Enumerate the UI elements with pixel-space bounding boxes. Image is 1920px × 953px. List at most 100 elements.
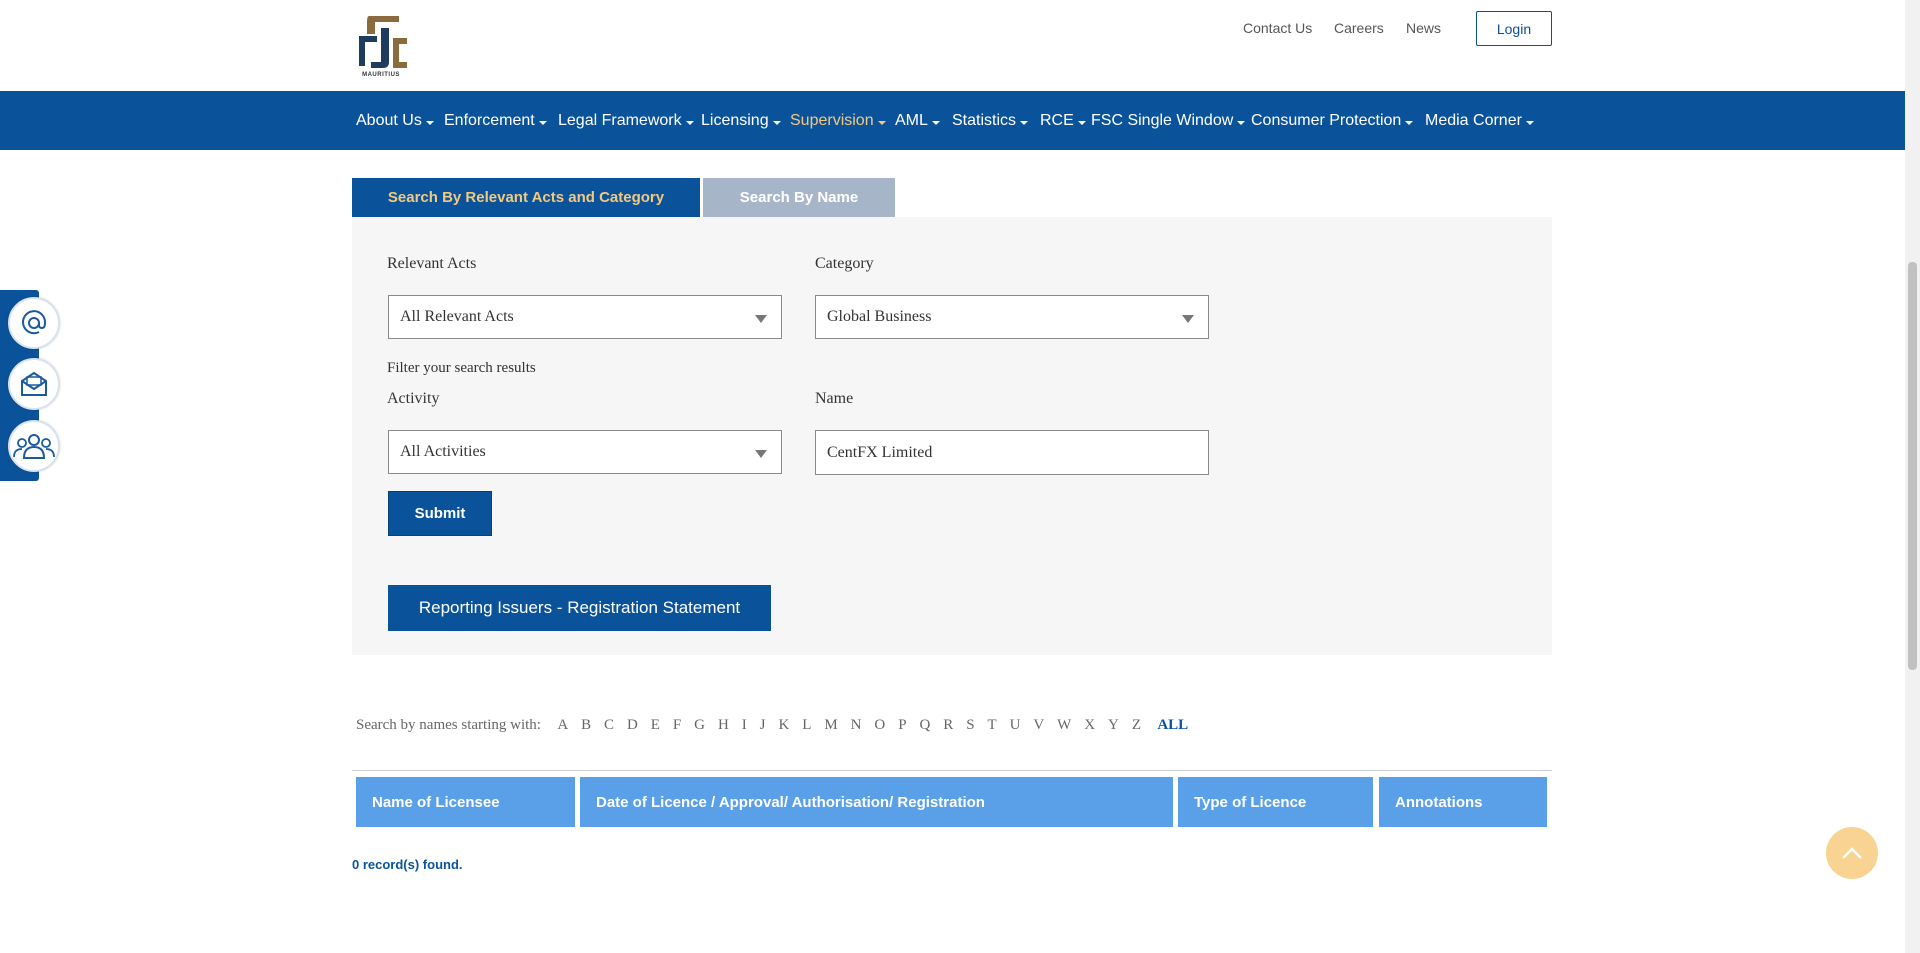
top-header: MAURITIUS Contact Us Careers News Login (0, 0, 1920, 91)
nav-label: About Us (356, 112, 422, 129)
chevron-up-icon (1842, 847, 1862, 859)
alpha-all-link[interactable]: ALL (1157, 717, 1188, 734)
alpha-letter[interactable]: P (898, 717, 906, 734)
dropdown-arrow-icon (1182, 315, 1194, 323)
envelope-icon[interactable] (8, 358, 60, 410)
nav-item-consumer-protection[interactable]: Consumer Protection (1251, 112, 1414, 130)
alpha-letter[interactable]: E (651, 717, 660, 734)
nav-label: Consumer Protection (1251, 112, 1402, 129)
reporting-issuers-button[interactable]: Reporting Issuers - Registration Stateme… (388, 585, 771, 631)
category-select[interactable]: Global Business (815, 295, 1209, 339)
nav-label: Licensing (701, 112, 769, 129)
category-label: Category (815, 255, 874, 272)
activity-value: All Activities (400, 443, 486, 460)
tab-search-by-name[interactable]: Search By Name (703, 178, 895, 217)
nav-item-fsc-single-window[interactable]: FSC Single Window (1091, 112, 1246, 130)
at-icon[interactable] (8, 297, 60, 349)
main-navigation: About Us Enforcement Legal Framework Lic… (0, 91, 1905, 150)
relevant-acts-label: Relevant Acts (387, 255, 477, 272)
scrollbar-thumb[interactable] (1908, 262, 1917, 670)
login-button[interactable]: Login (1476, 11, 1552, 46)
caret-down-icon (1237, 120, 1246, 125)
alpha-letter[interactable]: H (718, 717, 729, 734)
alphabet-label: Search by names starting with: (356, 717, 541, 733)
nav-item-statistics[interactable]: Statistics (952, 112, 1029, 130)
category-value: Global Business (827, 308, 932, 325)
alpha-letter[interactable]: L (802, 717, 811, 734)
nav-item-about-us[interactable]: About Us (356, 112, 434, 130)
table-header-type: Type of Licence (1178, 777, 1373, 827)
table-header-date: Date of Licence / Approval/ Authorisatio… (580, 777, 1173, 827)
dropdown-arrow-icon (755, 315, 767, 323)
alpha-letter[interactable]: M (824, 717, 837, 734)
nav-label: RCE (1040, 112, 1074, 129)
alpha-letter[interactable]: R (943, 717, 953, 734)
nav-label: FSC Single Window (1091, 112, 1234, 129)
name-label: Name (815, 390, 854, 407)
back-to-top-button[interactable] (1826, 827, 1878, 879)
alpha-letter[interactable]: X (1084, 717, 1095, 734)
table-header-name: Name of Licensee (356, 777, 575, 827)
alpha-letter[interactable]: O (874, 717, 885, 734)
alpha-letter[interactable]: I (742, 717, 747, 734)
nav-item-rce[interactable]: RCE (1040, 112, 1086, 130)
name-input[interactable]: CentFX Limited (815, 430, 1209, 475)
alpha-letter[interactable]: T (987, 717, 996, 734)
caret-down-icon (1020, 120, 1029, 125)
alpha-letter[interactable]: U (1010, 717, 1021, 734)
caret-down-icon (1405, 120, 1414, 125)
alphabet-filter: Search by names starting with: A B C D E… (356, 717, 1188, 734)
filter-text: Filter your search results (387, 360, 536, 376)
alpha-letter[interactable]: K (778, 717, 789, 734)
alpha-letter[interactable]: Y (1108, 717, 1119, 734)
alpha-letter[interactable]: Z (1132, 717, 1141, 734)
table-header-annotations: Annotations (1379, 777, 1547, 827)
alpha-letter[interactable]: V (1033, 717, 1044, 734)
alpha-letter[interactable]: W (1057, 717, 1071, 734)
alpha-letter[interactable]: S (966, 717, 974, 734)
nav-item-aml[interactable]: AML (895, 112, 940, 130)
submit-button[interactable]: Submit (388, 491, 492, 536)
nav-item-media-corner[interactable]: Media Corner (1425, 112, 1534, 130)
tab-search-by-acts[interactable]: Search By Relevant Acts and Category (352, 178, 700, 217)
dropdown-arrow-icon (755, 450, 767, 458)
nav-item-supervision[interactable]: Supervision (790, 112, 886, 130)
activity-select[interactable]: All Activities (388, 430, 782, 474)
alpha-letter[interactable]: Q (919, 717, 930, 734)
alpha-letter[interactable]: N (851, 717, 862, 734)
alpha-letter[interactable]: A (557, 717, 568, 734)
nav-label: Media Corner (1425, 112, 1522, 129)
alpha-letter[interactable]: G (694, 717, 705, 734)
records-count: 0 record(s) found. (352, 857, 463, 872)
nav-item-enforcement[interactable]: Enforcement (444, 112, 547, 130)
nav-label: Supervision (790, 112, 874, 129)
caret-down-icon (772, 120, 781, 125)
alpha-letter[interactable]: C (604, 717, 614, 734)
news-link[interactable]: News (1406, 20, 1441, 36)
table-divider (352, 770, 1552, 771)
alpha-letter[interactable]: B (581, 717, 591, 734)
alpha-letter[interactable]: J (760, 717, 766, 734)
nav-label: Legal Framework (558, 112, 682, 129)
alpha-letter[interactable]: D (627, 717, 638, 734)
nav-item-legal-framework[interactable]: Legal Framework (558, 112, 694, 130)
nav-label: Enforcement (444, 112, 535, 129)
nav-item-licensing[interactable]: Licensing (701, 112, 781, 130)
careers-link[interactable]: Careers (1334, 20, 1384, 36)
activity-label: Activity (387, 390, 440, 407)
relevant-acts-value: All Relevant Acts (400, 308, 514, 325)
alpha-letter[interactable]: F (673, 717, 681, 734)
nav-label: AML (895, 112, 928, 129)
caret-down-icon (425, 120, 434, 125)
caret-down-icon (1525, 120, 1534, 125)
caret-down-icon (1077, 120, 1086, 125)
caret-down-icon (685, 120, 694, 125)
nav-label: Statistics (952, 112, 1017, 129)
page-scrollbar[interactable] (1905, 0, 1920, 953)
contact-us-link[interactable]: Contact Us (1243, 20, 1312, 36)
caret-down-icon (538, 120, 547, 125)
relevant-acts-select[interactable]: All Relevant Acts (388, 295, 782, 339)
fsc-logo-icon[interactable] (355, 12, 411, 80)
logo-caption: MAURITIUS (362, 72, 400, 78)
people-icon[interactable] (8, 420, 60, 472)
